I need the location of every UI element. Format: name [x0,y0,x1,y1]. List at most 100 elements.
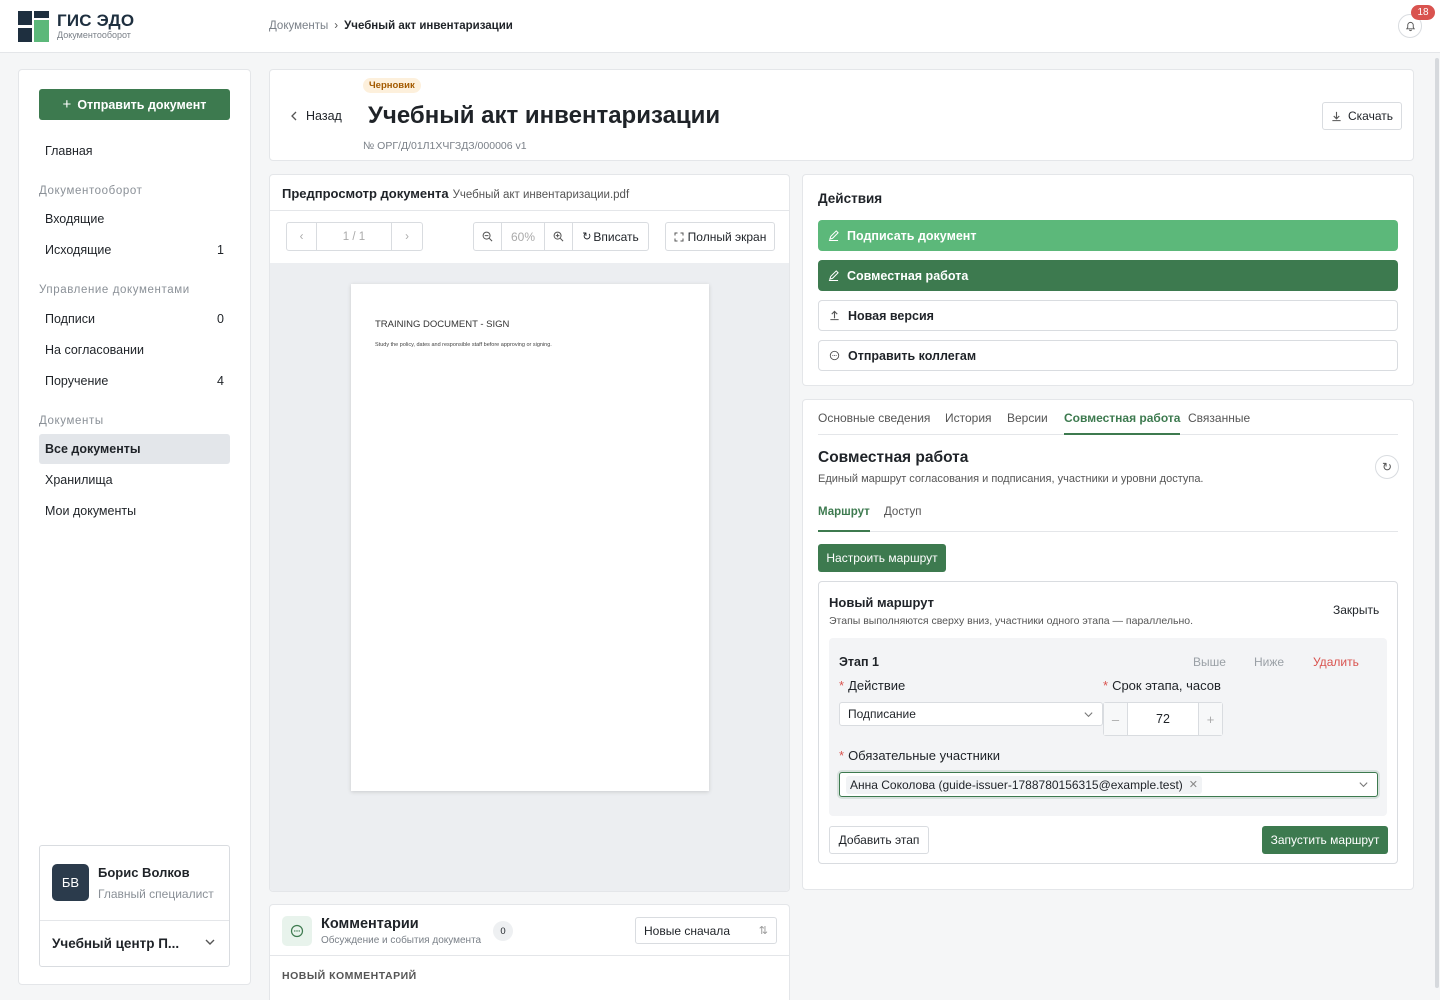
sidebar-item-incoming[interactable]: Входящие [39,204,230,234]
fullscreen-label: Полный экран [687,229,767,244]
route-subtitle: Этапы выполняются сверху вниз, участники… [829,615,1194,627]
bell-icon [1405,21,1415,31]
refresh-button[interactable]: ↻ [1375,455,1399,479]
sidebar-item-outgoing[interactable]: Исходящие 1 [39,235,230,265]
subtab-bar: Маршрут Доступ [818,506,1398,532]
action-label-text: Действие [848,678,906,693]
zoom-level: 60% [502,223,545,250]
subtab-route[interactable]: Маршрут [818,506,870,532]
close-icon[interactable]: ✕ [1189,778,1198,791]
fullscreen-icon [674,232,684,241]
collab-button[interactable]: Совместная работа [818,260,1398,291]
fit-button[interactable]: ↻ Вписать [573,223,648,250]
tab-collaboration[interactable]: Совместная работа [1064,411,1181,435]
deadline-stepper[interactable]: – 72 + [1103,702,1223,736]
breadcrumb-documents[interactable]: Документы [269,20,328,32]
collab-label: Совместная работа [847,268,969,283]
stage-down-button[interactable]: Ниже [1254,655,1284,669]
preview-title: Предпросмотр документа [282,186,449,201]
stage-up-button[interactable]: Выше [1193,655,1226,669]
sidebar-item-count: 0 [217,312,224,326]
sidebar-item-label: Все документы [45,442,141,456]
fullscreen-button[interactable]: Полный экран [665,222,775,251]
tab-main-info[interactable]: Основные сведения [818,411,930,435]
participants-select[interactable]: Анна Соколова (guide-issuer-178878015631… [839,772,1378,797]
new-version-label: Новая версия [848,308,934,323]
new-comment-label: НОВЫЙ КОММЕНТАРИЙ [282,970,417,982]
breadcrumb-separator: › [334,20,339,32]
send-to-colleagues-button[interactable]: Отправить коллегам [818,340,1398,371]
configure-route-button[interactable]: Настроить маршрут [818,544,946,572]
close-route-button[interactable]: Закрыть [1333,603,1379,617]
chevron-left-icon: ‹ [299,230,304,243]
tab-history[interactable]: История [945,411,992,435]
sidebar-item-approval[interactable]: На согласовании [39,335,230,365]
next-page-button[interactable]: › [392,223,422,250]
download-icon [1332,111,1341,121]
route-title: Новый маршрут [829,595,935,610]
send-document-button[interactable]: + Отправить документ [39,89,230,120]
new-version-button[interactable]: Новая версия [818,300,1398,331]
comments-panel: Комментарии Обсуждение и события докумен… [269,904,790,1000]
required-marker: * [1103,678,1109,693]
org-selector[interactable]: Учебный центр П... [52,936,192,951]
zoom-controls: 60% ↻ Вписать [473,222,649,251]
participants-label-text: Обязательные участники [848,748,1000,763]
sidebar-item-storage[interactable]: Хранилища [39,465,230,495]
decrement-button[interactable]: – [1104,703,1127,735]
sidebar-item-all-documents[interactable]: Все документы [39,434,230,464]
document-number: № ОРГ/Д/01Л1ХЧГЗДЗ/000006 v1 [363,140,527,152]
tab-related[interactable]: Связанные [1188,411,1250,435]
comments-sort-select[interactable]: Новые сначала ⇅ [635,917,777,944]
deadline-label-text: Срок этапа, часов [1112,678,1221,693]
participant-name: Анна Соколова (guide-issuer-178878015631… [850,777,1183,792]
zoom-in-button[interactable] [545,223,573,250]
document-page: TRAINING DOCUMENT - SIGN Study the polic… [351,284,709,791]
sidebar-item-home[interactable]: Главная [39,136,230,166]
preview-header: Предпросмотр документа Учебный акт инвент… [282,186,629,201]
action-select[interactable]: Подписание [839,702,1103,726]
zoom-in-icon [553,231,564,242]
sidebar-item-my-documents[interactable]: Мои документы [39,496,230,526]
status-badge: Черновик [363,78,421,93]
prev-page-button[interactable]: ‹ [287,223,317,250]
avatar[interactable]: БВ [52,864,89,901]
subtab-access[interactable]: Доступ [884,506,921,532]
download-label: Скачать [1348,109,1393,123]
zoom-out-icon [482,231,493,242]
sign-document-button[interactable]: Подписать документ [818,220,1398,251]
preview-canvas[interactable]: TRAINING DOCUMENT - SIGN Study the polic… [270,263,789,891]
action-select-value: Подписание [848,707,916,721]
notifications-badge: 18 [1411,5,1435,20]
participants-label: * Обязательные участники [839,748,1000,763]
download-button[interactable]: Скачать [1322,102,1402,130]
back-label: Назад [306,109,342,123]
page-text: Study the policy, dates and responsible … [375,342,552,348]
zoom-out-button[interactable] [474,223,502,250]
page-scrollbar[interactable] [1435,58,1439,988]
comment-icon [282,916,312,946]
action-label: * Действие [839,678,905,693]
tab-versions[interactable]: Версии [1007,411,1048,435]
increment-button[interactable]: + [1199,703,1222,735]
page-navigator: ‹ 1 / 1 › [286,222,423,251]
actions-title: Действия [818,191,883,206]
deadline-value[interactable]: 72 [1127,703,1199,735]
preview-filename: Учебный акт инвентаризации.pdf [452,189,630,201]
launch-route-button[interactable]: Запустить маршрут [1262,826,1388,854]
sort-icon: ⇅ [758,925,768,937]
pen-icon [828,230,839,241]
new-route-form: Новый маршрут Этапы выполняются сверху в… [818,581,1398,864]
sidebar-item-signatures[interactable]: Подписи 0 [39,304,230,334]
sidebar-item-assignment[interactable]: Поручение 4 [39,366,230,396]
chevron-down-icon[interactable] [204,936,216,948]
sidebar-group-workflow: Документооборот [39,185,143,197]
document-preview: Предпросмотр документа Учебный акт инвент… [269,174,790,892]
user-card: БВ Борис Волков Главный специалист Учебн… [39,845,230,967]
add-stage-button[interactable]: Добавить этап [829,826,929,854]
chevron-right-icon: › [405,230,409,243]
stage-delete-button[interactable]: Удалить [1313,655,1359,669]
send-document-label: Отправить документ [77,97,207,112]
back-button[interactable]: Назад [290,109,342,123]
chevron-down-icon [1359,782,1368,788]
